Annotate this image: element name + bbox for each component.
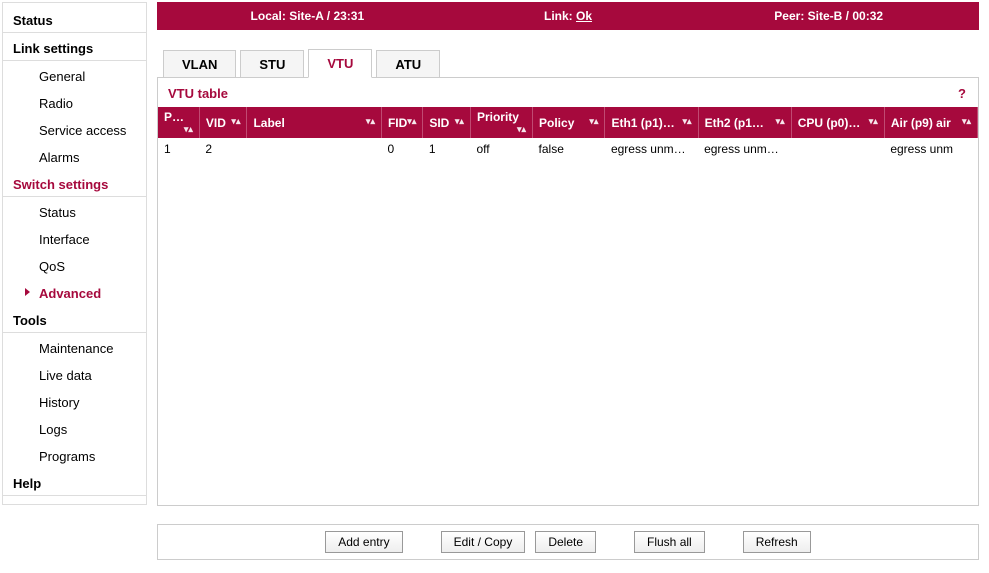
actions-bar: Add entry Edit / Copy Delete Flush all R… (157, 524, 979, 560)
vtu-panel: VTU table ? P…▾▴VID▾▴Label▾▴FID▾▴SID▾▴Pr… (157, 77, 979, 506)
col-label[interactable]: Label▾▴ (247, 107, 382, 138)
table-cell: 1 (423, 138, 471, 160)
table-cell: egress unmo… (698, 138, 791, 160)
vtu-table: P…▾▴VID▾▴Label▾▴FID▾▴SID▾▴Priority▾▴Poli… (158, 107, 978, 160)
top-link-label: Link: (544, 9, 573, 23)
table-cell (791, 138, 884, 160)
main-content: Local: Site-A / 23:31 Link: Ok Peer: Sit… (147, 0, 989, 570)
top-peer-label: Peer: (774, 9, 804, 23)
top-local-value: Site-A / 23:31 (289, 9, 364, 23)
sort-icon[interactable]: ▾▴ (776, 116, 785, 127)
sidebar-item-history[interactable]: History (3, 389, 146, 416)
delete-button[interactable]: Delete (535, 531, 596, 553)
table-body: 1201offfalseegress unmo…egress unmo…egre… (158, 138, 978, 160)
tab-vtu[interactable]: VTU (308, 49, 372, 78)
sort-icon[interactable]: ▾▴ (455, 116, 464, 127)
sidebar-item-status[interactable]: Status (3, 199, 146, 226)
sidebar-item-logs[interactable]: Logs (3, 416, 146, 443)
sidebar-group-link-settings[interactable]: Link settings (3, 35, 146, 61)
table-row[interactable]: 1201offfalseegress unmo…egress unmo…egre… (158, 138, 978, 160)
table-scroll[interactable]: P…▾▴VID▾▴Label▾▴FID▾▴SID▾▴Priority▾▴Poli… (158, 107, 978, 505)
sort-icon[interactable]: ▾▴ (366, 116, 375, 127)
sidebar-item-interface[interactable]: Interface (3, 226, 146, 253)
col-cpu-p0-[interactable]: CPU (p0)…▾▴ (791, 107, 884, 138)
col-vid[interactable]: VID▾▴ (199, 107, 247, 138)
table-cell: egress unm (884, 138, 977, 160)
table-cell: 2 (199, 138, 247, 160)
table-cell: 0 (381, 138, 422, 160)
sidebar-item-service-access[interactable]: Service access (3, 117, 146, 144)
col-air-p9-air[interactable]: Air (p9) air▾▴ (884, 107, 977, 138)
table-header-row: P…▾▴VID▾▴Label▾▴FID▾▴SID▾▴Priority▾▴Poli… (158, 107, 978, 138)
sort-icon[interactable]: ▾▴ (517, 124, 526, 135)
col-priority[interactable]: Priority▾▴ (470, 107, 532, 138)
sort-icon[interactable]: ▾▴ (589, 116, 598, 127)
tab-atu[interactable]: ATU (376, 50, 440, 78)
top-link-value[interactable]: Ok (576, 9, 592, 23)
sidebar-item-live-data[interactable]: Live data (3, 362, 146, 389)
sidebar-item-qos[interactable]: QoS (3, 253, 146, 280)
table-cell: false (533, 138, 605, 160)
sidebar-item-maintenance[interactable]: Maintenance (3, 335, 146, 362)
refresh-button[interactable]: Refresh (743, 531, 811, 553)
top-local: Local: Site-A / 23:31 (177, 9, 438, 23)
col-policy[interactable]: Policy▾▴ (533, 107, 605, 138)
sidebar-item-programs[interactable]: Programs (3, 443, 146, 470)
table-cell (247, 138, 382, 160)
sidebar-item-alarms[interactable]: Alarms (3, 144, 146, 171)
col-p-[interactable]: P…▾▴ (158, 107, 199, 138)
col-eth1-p1-[interactable]: Eth1 (p1)…▾▴ (605, 107, 698, 138)
col-sid[interactable]: SID▾▴ (423, 107, 471, 138)
col-fid[interactable]: FID▾▴ (381, 107, 422, 138)
tab-vlan[interactable]: VLAN (163, 50, 236, 78)
col-eth2-p1-[interactable]: Eth2 (p1…▾▴ (698, 107, 791, 138)
sort-icon[interactable]: ▾▴ (184, 124, 193, 135)
top-local-label: Local: (251, 9, 286, 23)
help-icon[interactable]: ? (958, 86, 966, 101)
sidebar: StatusLink settingsGeneralRadioService a… (2, 2, 147, 505)
panel-title: VTU table (158, 78, 978, 107)
table-cell: egress unmo… (605, 138, 698, 160)
edit-copy-button[interactable]: Edit / Copy (441, 531, 526, 553)
table-cell: 1 (158, 138, 199, 160)
sidebar-group-status[interactable]: Status (3, 7, 146, 33)
tab-stu[interactable]: STU (240, 50, 304, 78)
sidebar-item-advanced[interactable]: Advanced (3, 280, 146, 307)
sidebar-group-switch-settings[interactable]: Switch settings (3, 171, 146, 197)
top-status-bar: Local: Site-A / 23:31 Link: Ok Peer: Sit… (157, 2, 979, 30)
sort-icon[interactable]: ▾▴ (962, 116, 971, 127)
table-cell: off (470, 138, 532, 160)
tab-strip: VLANSTUVTUATU (163, 48, 979, 77)
sort-icon[interactable]: ▾▴ (683, 116, 692, 127)
sidebar-group-help[interactable]: Help (3, 470, 146, 496)
sidebar-item-radio[interactable]: Radio (3, 90, 146, 117)
top-link: Link: Ok (438, 9, 699, 23)
add-entry-button[interactable]: Add entry (325, 531, 402, 553)
flush-all-button[interactable]: Flush all (634, 531, 705, 553)
sort-icon[interactable]: ▾▴ (869, 116, 878, 127)
sort-icon[interactable]: ▾▴ (407, 116, 416, 127)
sort-icon[interactable]: ▾▴ (231, 116, 240, 127)
top-peer: Peer: Site-B / 00:32 (698, 9, 959, 23)
top-peer-value: Site-B / 00:32 (808, 9, 883, 23)
sidebar-group-tools[interactable]: Tools (3, 307, 146, 333)
sidebar-item-general[interactable]: General (3, 63, 146, 90)
